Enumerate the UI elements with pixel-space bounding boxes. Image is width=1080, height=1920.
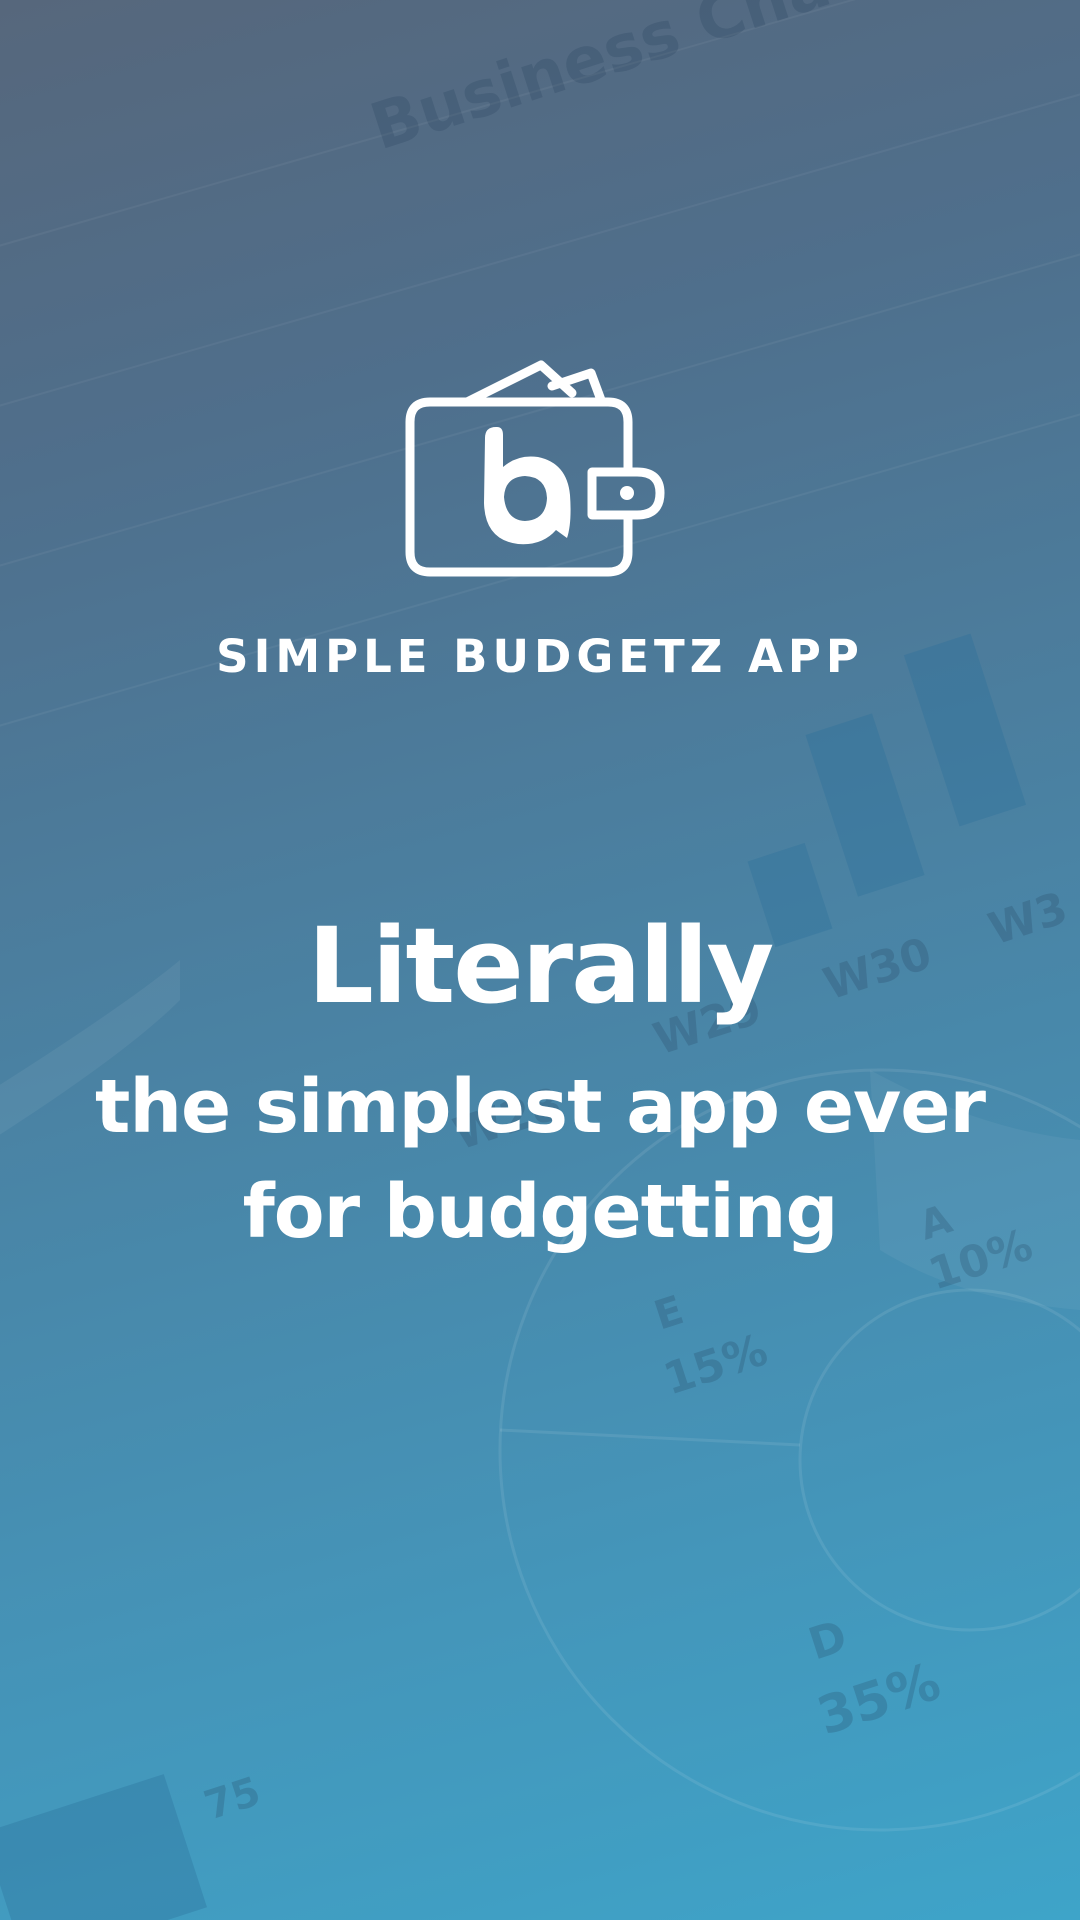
background-pie-letter: E	[649, 1287, 689, 1339]
background-axis-value: 75	[199, 1769, 266, 1830]
tagline: the simplest app ever for budgetting	[0, 1055, 1080, 1265]
app-name: SIMPLE BUDGETZ APP	[216, 630, 864, 683]
tagline-line: the simplest app ever	[95, 1064, 986, 1150]
headline: Literally	[307, 905, 775, 1027]
background-chart-title: Business Cha	[362, 0, 839, 165]
background-pie-letter: D	[803, 1611, 854, 1671]
wallet-logo-icon	[405, 360, 665, 577]
tagline-line: for budgetting	[242, 1169, 839, 1255]
background-pie-percent: 15%	[658, 1324, 774, 1405]
